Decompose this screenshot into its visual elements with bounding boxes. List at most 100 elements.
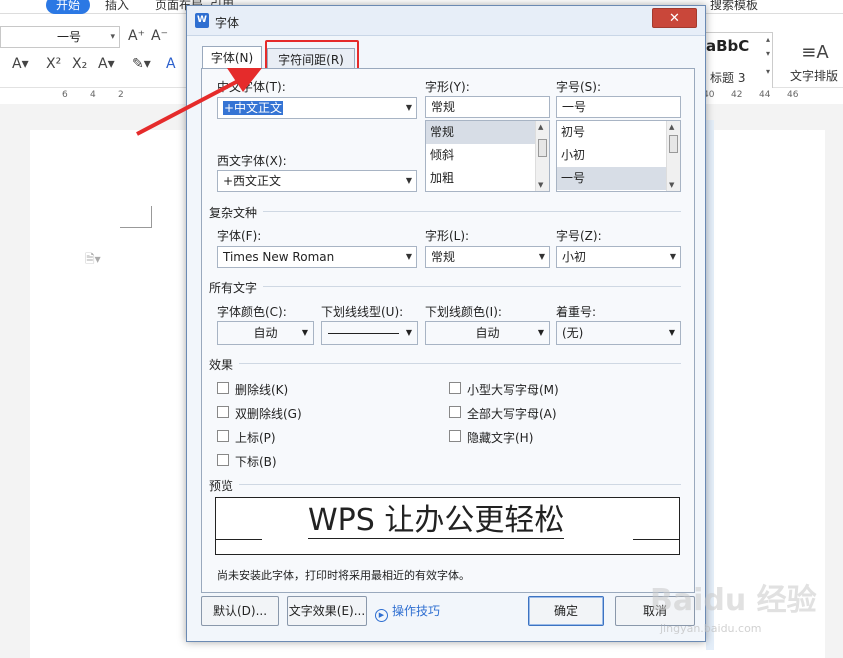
wps-logo-icon: W — [195, 13, 209, 28]
cn-font-value: +中文正文 — [223, 101, 284, 115]
text-effects-button[interactable]: 文字效果(E)... — [287, 596, 367, 626]
text-effect-icon[interactable]: A▾ — [98, 56, 115, 72]
baseline-left — [216, 539, 262, 540]
chevron-down-icon: ▼ — [405, 176, 412, 185]
effects-section-title: 效果 — [209, 358, 234, 372]
complex-style-label: 字形(L): — [425, 229, 470, 243]
chevron-down-icon: ▼ — [405, 103, 412, 112]
cn-font-label: 中文字体(T): — [217, 80, 286, 94]
page-margin-shade — [706, 120, 714, 650]
list-item[interactable]: 小初 — [557, 144, 680, 167]
style-name-label: 标题 3 — [710, 71, 746, 85]
all-caps-checkbox[interactable] — [449, 406, 461, 418]
subscript-checkbox[interactable] — [217, 454, 229, 466]
phonetic-icon[interactable]: A▾ — [12, 56, 29, 72]
strikethrough-checkbox[interactable] — [217, 382, 229, 394]
font-size-value: 一号 — [57, 30, 82, 44]
preview-section-title: 预览 — [209, 479, 234, 493]
divider — [263, 211, 681, 212]
chevron-down-icon: ▼ — [669, 252, 676, 261]
divider — [239, 363, 681, 364]
complex-size-label: 字号(Z): — [556, 229, 602, 243]
small-caps-checkbox[interactable] — [449, 382, 461, 394]
chevron-down-icon: ▼ — [405, 252, 412, 261]
style-gallery[interactable]: aBbC 标题 3 ▴ ▾ ▾ — [703, 32, 773, 90]
play-icon: ▶ — [375, 609, 388, 622]
chevron-down-icon: ▾ — [110, 32, 115, 42]
close-button[interactable]: ✕ — [652, 8, 697, 28]
size-input[interactable]: 一号 — [556, 96, 681, 118]
style-list[interactable]: 常规 倾斜 加粗 ▲ ▼ — [425, 120, 550, 192]
hidden-text-checkbox[interactable] — [449, 430, 461, 442]
scroll-thumb[interactable] — [538, 139, 547, 157]
shrink-font-icon[interactable]: A⁻ — [151, 28, 168, 44]
font-color-icon[interactable]: A — [166, 56, 176, 72]
text-typeset-button[interactable]: ≡A 文字排版 — [790, 42, 840, 83]
scroll-down-icon[interactable]: ▼ — [669, 181, 674, 189]
complex-style-select[interactable]: 常规 ▼ — [425, 246, 550, 268]
list-item[interactable]: 加粗 — [426, 167, 549, 190]
emphasis-select[interactable]: (无) ▼ — [556, 321, 681, 345]
tab-character-spacing[interactable]: 字符间距(R) — [267, 48, 355, 70]
chevron-up-icon[interactable]: ▴ — [766, 35, 770, 44]
complex-font-select[interactable]: Times New Roman ▼ — [217, 246, 417, 268]
tips-link[interactable]: ▶ 操作技巧 — [375, 602, 440, 622]
tab-insert[interactable]: 插入 — [105, 0, 129, 13]
scroll-up-icon[interactable]: ▲ — [669, 123, 674, 131]
chevron-down-icon: ▼ — [405, 328, 412, 337]
chevron-down-icon: ▼ — [668, 328, 675, 337]
west-font-select[interactable]: +西文正文 ▼ — [217, 170, 417, 192]
preview-box: WPS 让办公更轻松 — [215, 497, 680, 555]
underline-color-select[interactable]: 自动 ▼ — [425, 321, 550, 345]
underline-style-select[interactable]: ▼ — [321, 321, 418, 345]
highlight-icon[interactable]: ✎▾ — [132, 56, 151, 72]
underline-sample — [328, 333, 399, 334]
scrollbar[interactable]: ▲ ▼ — [535, 121, 549, 191]
font-color-select[interactable]: 自动 ▼ — [217, 321, 314, 345]
scroll-up-icon[interactable]: ▲ — [538, 123, 543, 131]
divider — [263, 286, 681, 287]
superscript-checkbox[interactable] — [217, 430, 229, 442]
underline-color-label: 下划线颜色(I): — [425, 305, 502, 319]
font-size-combo[interactable]: 一号 ▾ — [0, 26, 120, 48]
font-color-label: 字体颜色(C): — [217, 305, 287, 319]
list-item[interactable]: 一号 — [557, 167, 680, 190]
style-label: 字形(Y): — [425, 80, 470, 94]
style-preview: aBbC — [706, 37, 750, 55]
font-missing-note: 尚未安装此字体，打印时将采用最相近的有效字体。 — [217, 569, 470, 582]
baseline-right — [633, 539, 679, 540]
list-item[interactable]: 常规 — [426, 121, 549, 144]
west-font-value: +西文正文 — [223, 174, 282, 188]
document-icon[interactable]: 🗎▾ — [85, 250, 101, 271]
chevron-down-icon: ▼ — [537, 328, 544, 337]
double-strikethrough-checkbox[interactable] — [217, 406, 229, 418]
grow-font-icon[interactable]: A⁺ — [128, 28, 145, 44]
default-button[interactable]: 默认(D)... — [201, 596, 279, 626]
chevron-down-icon[interactable]: ▾ — [766, 49, 770, 58]
size-list[interactable]: 初号 小初 一号 ▲ ▼ — [556, 120, 681, 192]
scroll-thumb[interactable] — [669, 135, 678, 153]
scroll-down-icon[interactable]: ▼ — [538, 181, 543, 189]
tab-font[interactable]: 字体(N) — [202, 46, 262, 68]
divider — [239, 484, 681, 485]
tab-search-template[interactable]: 搜索模板 — [710, 0, 758, 13]
expand-icon[interactable]: ▾ — [766, 67, 770, 76]
ok-button[interactable]: 确定 — [528, 596, 604, 626]
subscript-icon[interactable]: X₂ — [72, 56, 87, 72]
all-text-section-title: 所有文字 — [209, 281, 258, 295]
dialog-titlebar[interactable]: W 字体 ✕ — [187, 6, 705, 36]
typeset-icon: ≡A — [801, 42, 829, 63]
list-item[interactable]: 倾斜 — [426, 144, 549, 167]
superscript-icon[interactable]: X² — [46, 56, 61, 72]
complex-size-select[interactable]: 小初 ▼ — [556, 246, 681, 268]
list-item[interactable]: 初号 — [557, 121, 680, 144]
complex-font-label: 字体(F): — [217, 229, 262, 243]
tab-home[interactable]: 开始 — [46, 0, 90, 14]
cn-font-select[interactable]: +中文正文 ▼ — [217, 97, 417, 119]
scrollbar[interactable]: ▲ ▼ — [666, 121, 680, 191]
watermark-url: jingyan.baidu.com — [660, 622, 762, 635]
preview-text: WPS 让办公更轻松 — [308, 503, 565, 539]
style-input[interactable]: 常规 — [425, 96, 550, 118]
size-label: 字号(S): — [556, 80, 602, 94]
chevron-down-icon: ▼ — [538, 252, 545, 261]
